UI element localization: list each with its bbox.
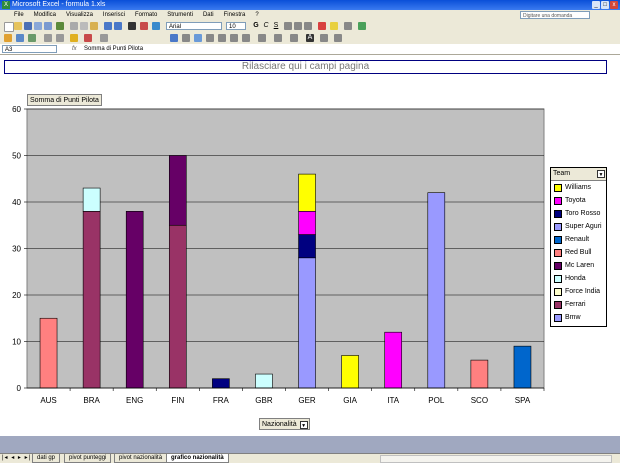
- data-field-button[interactable]: Somma di Punti Pilota: [27, 94, 102, 106]
- legend-header[interactable]: Team ▼: [551, 168, 606, 181]
- bar-segment[interactable]: [341, 355, 359, 389]
- legend-items: Williams Toyota Toro Rosso Super Aguri Renau…: [551, 181, 606, 324]
- legend-swatch: [554, 300, 562, 309]
- bar-segment[interactable]: [82, 187, 101, 212]
- y-tick-label: 30: [12, 245, 21, 254]
- x-axis-ticks: AUS BRA ENG FIN FRA GBR GER GIA ITA POL SCO SPA: [40, 388, 545, 405]
- legend-item[interactable]: Bmw: [551, 311, 606, 324]
- legend-item[interactable]: Toyota: [551, 194, 606, 207]
- y-tick-label: 40: [12, 198, 21, 207]
- bar-segment[interactable]: [168, 224, 187, 389]
- y-tick-label: 20: [12, 291, 21, 300]
- legend-label: Williams: [565, 184, 592, 191]
- legend-item[interactable]: Mc Laren: [551, 259, 606, 272]
- legend-swatch: [554, 261, 562, 270]
- x-tick-label: BRA: [83, 396, 100, 405]
- legend-swatch: [554, 248, 562, 257]
- legend-item[interactable]: Ferrari: [551, 298, 606, 311]
- x-tick-label: FIN: [171, 396, 184, 405]
- legend-label: Bmw: [565, 314, 581, 321]
- bar-segment[interactable]: [298, 234, 316, 259]
- legend-label: Red Bull: [565, 249, 592, 256]
- bar-segment[interactable]: [384, 331, 403, 389]
- bar-segment[interactable]: [39, 317, 58, 389]
- y-tick-label: 60: [12, 105, 21, 114]
- legend-label: Mc Laren: [565, 262, 595, 269]
- legend-label: Force India: [565, 288, 601, 295]
- bar-segment[interactable]: [125, 211, 144, 389]
- legend-item[interactable]: Renault: [551, 233, 606, 246]
- row-field-button[interactable]: Nazionalità ▼: [259, 418, 310, 430]
- legend-swatch: [554, 222, 562, 231]
- bar-segment[interactable]: [168, 155, 187, 226]
- bar-segment[interactable]: [212, 378, 230, 389]
- legend-swatch: [554, 274, 562, 283]
- bar-segment[interactable]: [427, 192, 446, 389]
- x-tick-label: AUS: [40, 396, 56, 405]
- bar-segment[interactable]: [82, 211, 101, 389]
- legend-label: Renault: [565, 236, 590, 243]
- legend-swatch: [554, 196, 562, 205]
- legend-label: Toyota: [565, 197, 586, 204]
- legend-item[interactable]: Honda: [551, 272, 606, 285]
- x-tick-label: SPA: [515, 396, 531, 405]
- legend-item[interactable]: Red Bull: [551, 246, 606, 259]
- legend-item[interactable]: Super Aguri: [551, 220, 606, 233]
- x-tick-label: GIA: [343, 396, 357, 405]
- legend-label: Honda: [565, 275, 586, 282]
- row-field-label: Nazionalità: [262, 421, 297, 428]
- legend: Team ▼ Williams Toyota Toro Rosso Super Agu…: [550, 167, 607, 327]
- bar-segment[interactable]: [298, 257, 316, 389]
- legend-item[interactable]: Toro Rosso: [551, 207, 606, 220]
- bar-segment[interactable]: [470, 359, 489, 389]
- x-tick-label: FRA: [213, 396, 230, 405]
- chart-background-band: [0, 436, 620, 453]
- x-tick-label: GER: [298, 396, 316, 405]
- chevron-down-icon[interactable]: ▼: [597, 170, 605, 178]
- legend-label: Toro Rosso: [565, 210, 601, 217]
- y-tick-label: 50: [12, 152, 21, 161]
- x-tick-label: SCO: [471, 396, 488, 405]
- x-tick-label: ENG: [126, 396, 143, 405]
- legend-swatch: [554, 209, 562, 218]
- y-tick-label: 0: [17, 384, 22, 393]
- legend-label: Ferrari: [565, 301, 586, 308]
- bar-segment[interactable]: [298, 211, 316, 235]
- legend-label: Super Aguri: [565, 223, 602, 230]
- y-tick-label: 10: [12, 338, 21, 347]
- legend-swatch: [554, 313, 562, 322]
- bar-segment[interactable]: [255, 373, 273, 389]
- legend-swatch: [554, 287, 562, 296]
- legend-item[interactable]: Williams: [551, 181, 606, 194]
- bar-segment[interactable]: [513, 345, 532, 389]
- x-tick-label: GBR: [255, 396, 273, 405]
- legend-title: Team: [553, 170, 571, 177]
- bar-segment[interactable]: [298, 173, 316, 212]
- chevron-down-icon[interactable]: ▼: [299, 421, 308, 429]
- pivot-chart: 0 10 20 30 40 50 60 AUS BRA ENG FIN FRA GBR GER GIA IT…: [12, 105, 545, 405]
- legend-swatch: [554, 235, 562, 244]
- legend-swatch: [554, 183, 562, 192]
- legend-item[interactable]: Force India: [551, 285, 606, 298]
- x-tick-label: POL: [428, 396, 445, 405]
- x-tick-label: ITA: [387, 396, 400, 405]
